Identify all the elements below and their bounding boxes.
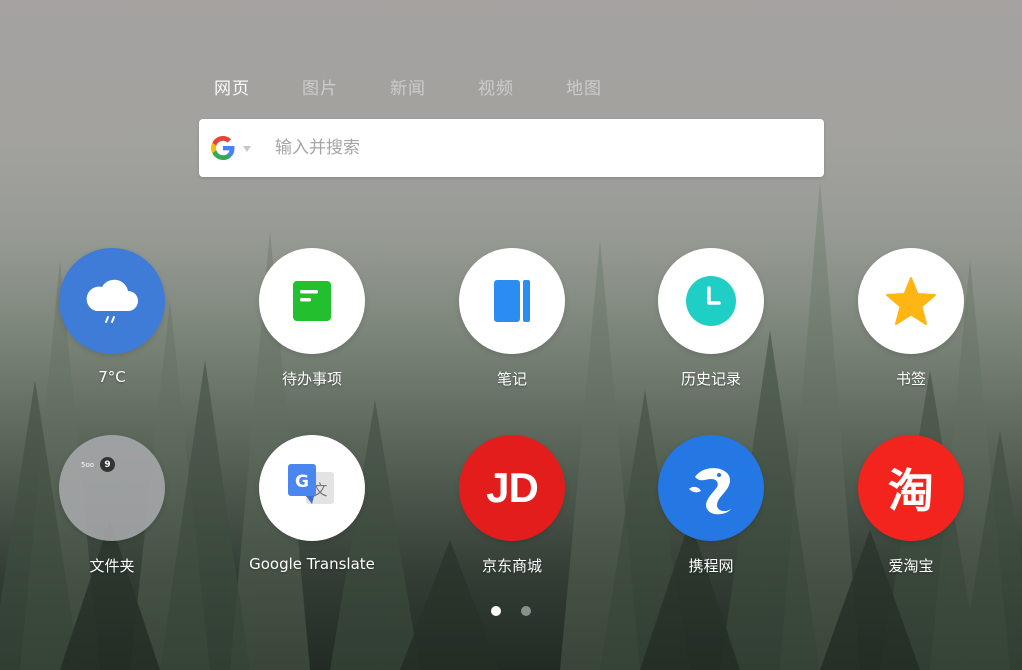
tab-web[interactable]: 网页 <box>214 74 302 99</box>
tile-label: 待办事项 <box>281 370 342 388</box>
taobao-logo-icon: 淘 <box>858 435 964 541</box>
page-indicator <box>491 606 531 616</box>
jd-logo-icon: JD <box>459 435 565 541</box>
tile-todo[interactable]: 待办事项 <box>232 248 392 389</box>
google-translate-icon: 文 G <box>259 435 365 541</box>
page-dot-2[interactable] <box>521 606 531 616</box>
tile-folder[interactable]: 5oo 9 文件夹 <box>32 435 192 576</box>
star-icon <box>858 248 964 354</box>
tab-news[interactable]: 新闻 <box>390 74 478 99</box>
svg-text:G: G <box>295 472 309 492</box>
folder-icon: 5oo 9 <box>59 435 165 541</box>
todo-icon <box>259 248 365 354</box>
jd-logo-text: JD <box>486 464 539 511</box>
tile-label: 笔记 <box>496 370 527 388</box>
tile-taobao[interactable]: 淘 爱淘宝 <box>831 435 991 576</box>
tile-label: 携程网 <box>688 557 734 575</box>
notes-icon <box>459 248 565 354</box>
search-engine-selector[interactable] <box>211 136 251 160</box>
tile-notes[interactable]: 笔记 <box>432 248 592 389</box>
google-icon <box>211 136 235 160</box>
tile-label: 7°C <box>98 368 126 386</box>
history-clock-icon <box>658 248 764 354</box>
tile-history[interactable]: 历史记录 <box>631 248 791 389</box>
tile-label: 文件夹 <box>89 557 135 575</box>
tile-weather[interactable]: 7°C <box>32 248 192 386</box>
tile-label: Google Translate <box>249 555 375 573</box>
tile-bookmarks[interactable]: 书签 <box>831 248 991 389</box>
tile-jd[interactable]: JD 京东商城 <box>432 435 592 576</box>
tab-videos[interactable]: 视频 <box>478 74 566 99</box>
tile-label: 爱淘宝 <box>888 557 934 575</box>
tab-maps[interactable]: 地图 <box>566 74 654 99</box>
search-input[interactable] <box>273 137 824 159</box>
weather-icon <box>59 248 165 354</box>
search-tabs: 网页 图片 新闻 视频 地图 <box>214 74 654 99</box>
tile-google-translate[interactable]: 文 G Google Translate <box>232 435 392 573</box>
page-dot-1[interactable] <box>491 606 501 616</box>
folder-preview-text: 5oo <box>81 460 95 469</box>
ctrip-dolphin-icon <box>658 435 764 541</box>
search-box <box>199 119 824 177</box>
tile-ctrip[interactable]: 携程网 <box>631 435 791 576</box>
tile-label: 书签 <box>895 370 926 388</box>
chevron-down-icon <box>243 146 251 152</box>
tile-label: 历史记录 <box>680 370 741 388</box>
taobao-logo-text: 淘 <box>888 464 934 518</box>
tab-images[interactable]: 图片 <box>302 74 390 99</box>
tile-label: 京东商城 <box>481 557 542 575</box>
folder-preview-app-icon: 9 <box>100 457 116 472</box>
